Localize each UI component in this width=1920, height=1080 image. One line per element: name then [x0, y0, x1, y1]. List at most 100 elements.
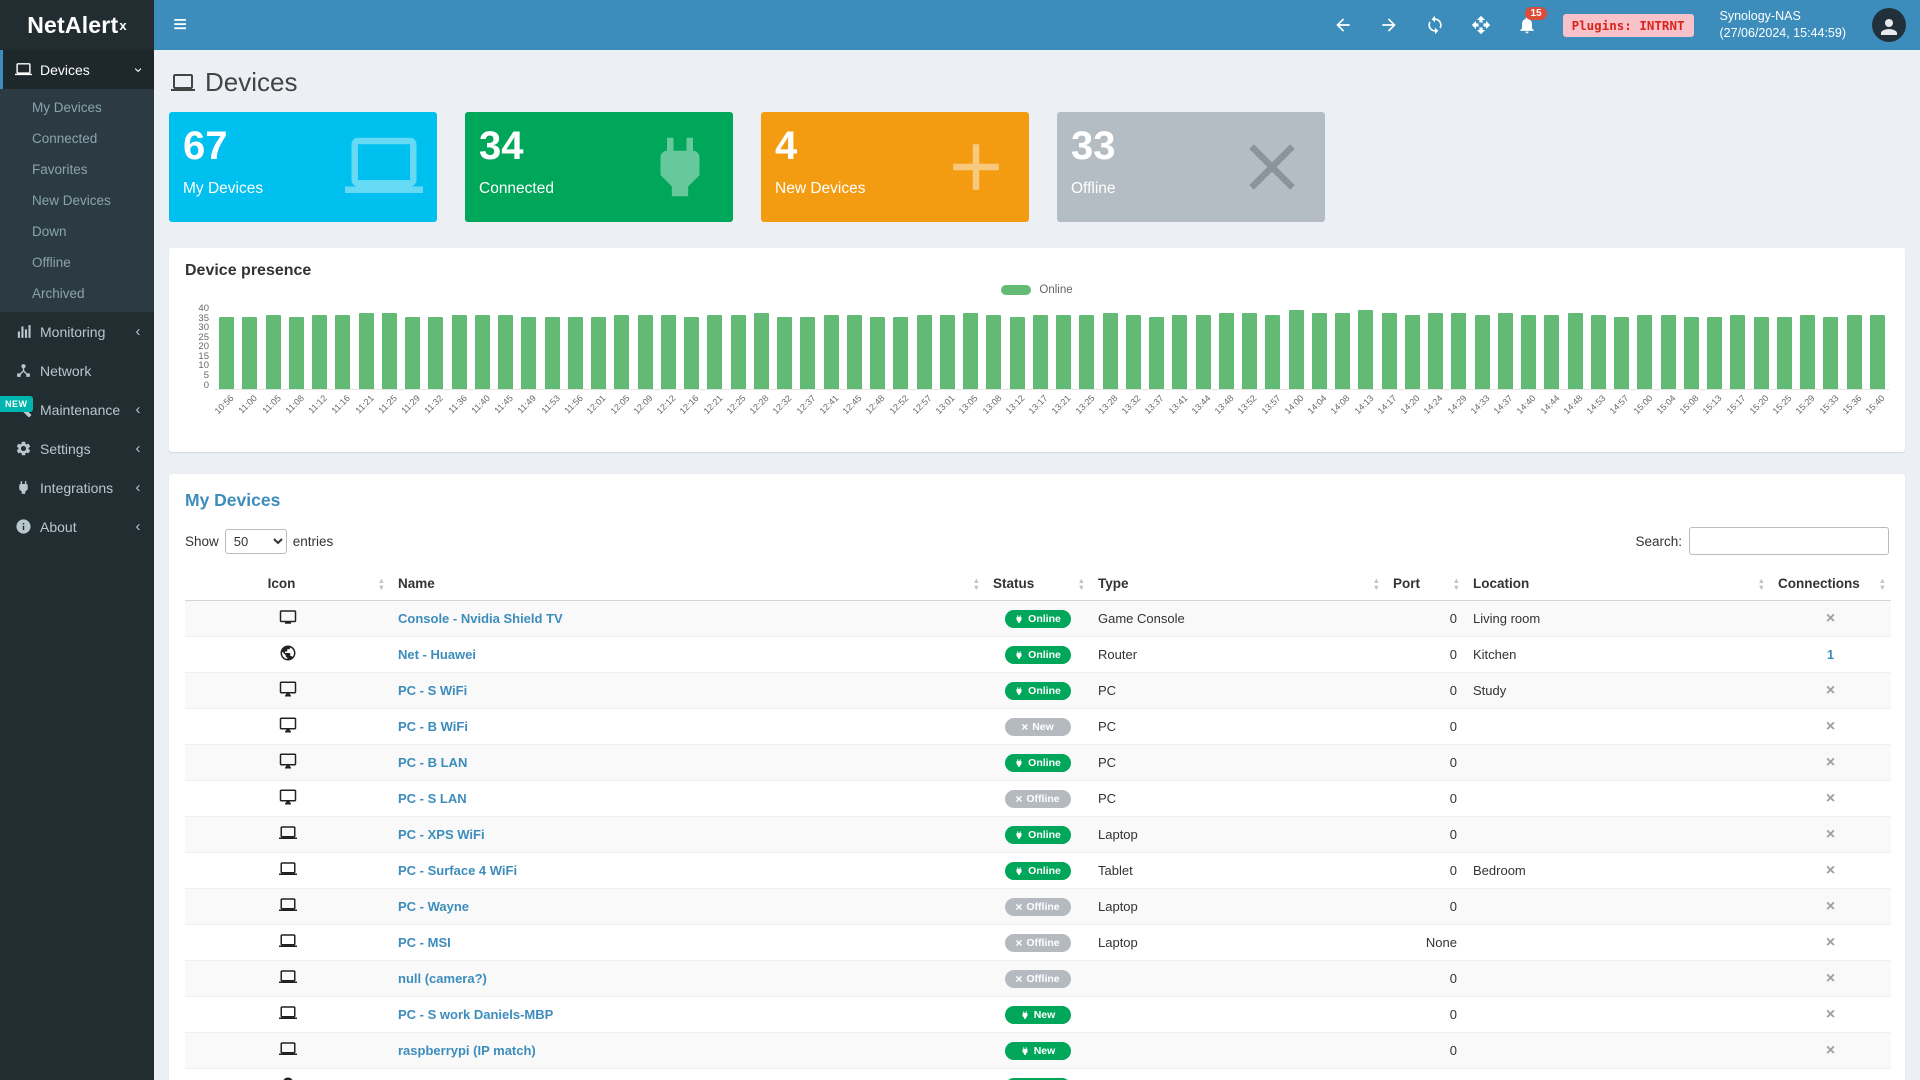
chart-x-tick: 14:57	[1610, 390, 1633, 442]
device-name-link[interactable]: PC - XPS WiFi	[398, 827, 485, 842]
no-connection-icon[interactable]: ×	[1826, 826, 1835, 843]
app-logo[interactable]: NetAlertx	[0, 0, 154, 50]
chart-x-tick: 15:20	[1750, 390, 1773, 442]
no-connection-icon[interactable]: ×	[1826, 862, 1835, 879]
device-type: PC	[1090, 745, 1385, 781]
no-connection-icon[interactable]: ×	[1826, 610, 1835, 627]
search-input[interactable]	[1689, 527, 1889, 555]
device-name-link[interactable]: PC - MSI	[398, 935, 451, 950]
chart-x-tick: 14:40	[1517, 390, 1540, 442]
chart-bar	[1657, 304, 1680, 389]
sidebar-item-about[interactable]: About ‹	[0, 507, 154, 546]
chart-legend[interactable]: Online	[185, 284, 1889, 296]
device-name-link[interactable]: PC - S LAN	[398, 791, 467, 806]
device-name-link[interactable]: null (camera?)	[398, 971, 487, 986]
nav-forward-icon[interactable]	[1379, 15, 1399, 35]
sidebar-item-favorites[interactable]: Favorites	[0, 154, 154, 185]
stat-label: New Devices	[775, 180, 1015, 198]
move-arrows-icon[interactable]	[1471, 15, 1491, 35]
stat-card-offline[interactable]: 33 Offline	[1057, 112, 1325, 222]
column-header-location[interactable]: Location▲▼	[1465, 567, 1770, 601]
no-connection-icon[interactable]: ×	[1826, 898, 1835, 915]
table-row: PC - B LANOnlinePC0×	[185, 745, 1891, 781]
chart-bar	[1866, 304, 1889, 389]
column-header-port[interactable]: Port▲▼	[1385, 567, 1465, 601]
stat-card-connected[interactable]: 34 Connected	[465, 112, 733, 222]
device-name-link[interactable]: Console - Nvidia Shield TV	[398, 611, 563, 626]
page-size-select[interactable]: 50	[225, 529, 287, 554]
column-header-type[interactable]: Type▲▼	[1090, 567, 1385, 601]
stat-card-my-devices[interactable]: 67 My Devices	[169, 112, 437, 222]
sidebar-item-integrations[interactable]: Integrations ‹	[0, 468, 154, 507]
chart-bar	[1099, 304, 1122, 389]
no-connection-icon[interactable]: ×	[1826, 754, 1835, 771]
chart-bar	[843, 304, 866, 389]
refresh-icon[interactable]	[1425, 15, 1445, 35]
chart-bar	[285, 304, 308, 389]
chart-bar	[1075, 304, 1098, 389]
no-connection-icon[interactable]: ×	[1826, 790, 1835, 807]
sort-icon: ▲▼	[378, 577, 385, 591]
plugins-status-badge[interactable]: Plugins: INTRNT	[1563, 14, 1694, 37]
laptop-icon	[279, 1040, 297, 1058]
chart-x-tick: 14:53	[1587, 390, 1610, 442]
sidebar: Devices ‹ My Devices Connected Favorites…	[0, 50, 154, 1080]
user-avatar[interactable]	[1872, 8, 1906, 42]
device-name-link[interactable]: raspberrypi (IP match)	[398, 1043, 536, 1058]
sidebar-item-offline[interactable]: Offline	[0, 247, 154, 278]
status-badge: Online	[1005, 610, 1071, 628]
chart-bar	[1633, 304, 1656, 389]
chart-x-tick: 14:44	[1540, 390, 1563, 442]
sidebar-item-connected[interactable]: Connected	[0, 123, 154, 154]
device-name-link[interactable]: PC - Surface 4 WiFi	[398, 863, 517, 878]
device-location	[1465, 745, 1770, 781]
device-port: 0	[1385, 637, 1465, 673]
no-connection-icon[interactable]: ×	[1826, 934, 1835, 951]
device-name-link[interactable]: PC - B WiFi	[398, 719, 468, 734]
stat-value: 4	[775, 124, 1015, 168]
chart-x-tick: 13:44	[1192, 390, 1215, 442]
no-connection-icon[interactable]: ×	[1826, 1042, 1835, 1059]
device-name-link[interactable]: Net - Huawei	[398, 647, 476, 662]
sidebar-item-new-devices[interactable]: New Devices	[0, 185, 154, 216]
sidebar-item-settings[interactable]: Settings ‹	[0, 429, 154, 468]
chart-x-tick: 13:32	[1122, 390, 1145, 442]
chart-bar	[1401, 304, 1424, 389]
nav-back-icon[interactable]	[1333, 15, 1353, 35]
table-row: PC - Surface 4 WiFiOnlineTablet0Bedroom×	[185, 853, 1891, 889]
column-header-icon[interactable]: Icon▲▼	[185, 567, 390, 601]
status-badge: New	[1005, 1042, 1071, 1060]
show-label: Show	[185, 534, 219, 549]
chart-x-tick: 12:12	[657, 390, 680, 442]
chart-x-tick: 14:48	[1564, 390, 1587, 442]
sidebar-item-network[interactable]: Network	[0, 351, 154, 390]
sidebar-item-my-devices[interactable]: My Devices	[0, 92, 154, 123]
chart-bar	[1006, 304, 1029, 389]
device-name-link[interactable]: PC - S work Daniels-MBP	[398, 1007, 553, 1022]
chart-x-tick: 12:25	[727, 390, 750, 442]
no-connection-icon[interactable]: ×	[1826, 718, 1835, 735]
sidebar-item-monitoring[interactable]: Monitoring ‹	[0, 312, 154, 351]
stat-card-new-devices[interactable]: 4 New Devices	[761, 112, 1029, 222]
new-release-badge[interactable]: NEW	[0, 396, 33, 412]
column-header-status[interactable]: Status▲▼	[985, 567, 1090, 601]
no-connection-icon[interactable]: ×	[1826, 682, 1835, 699]
chart-x-tick: 11:29	[401, 390, 424, 442]
no-connection-icon[interactable]: ×	[1826, 970, 1835, 987]
chart-bar	[1750, 304, 1773, 389]
hamburger-menu-icon[interactable]: ≡	[154, 0, 206, 50]
sidebar-item-archived[interactable]: Archived	[0, 278, 154, 309]
desktop-icon	[279, 680, 297, 698]
sidebar-item-down[interactable]: Down	[0, 216, 154, 247]
device-name-link[interactable]: PC - S WiFi	[398, 683, 467, 698]
device-name-link[interactable]: PC - B LAN	[398, 755, 467, 770]
connections-link[interactable]: 1	[1827, 647, 1834, 662]
device-name-link[interactable]: PC - Wayne	[398, 899, 469, 914]
sidebar-item-devices[interactable]: Devices ‹	[0, 50, 154, 89]
column-header-name[interactable]: Name▲▼	[390, 567, 985, 601]
notifications-bell-icon[interactable]: 15	[1517, 15, 1537, 35]
no-connection-icon[interactable]: ×	[1826, 1006, 1835, 1023]
column-header-connections[interactable]: Connections▲▼	[1770, 567, 1891, 601]
device-port: 0	[1385, 1033, 1465, 1069]
laptop-icon	[279, 968, 297, 986]
